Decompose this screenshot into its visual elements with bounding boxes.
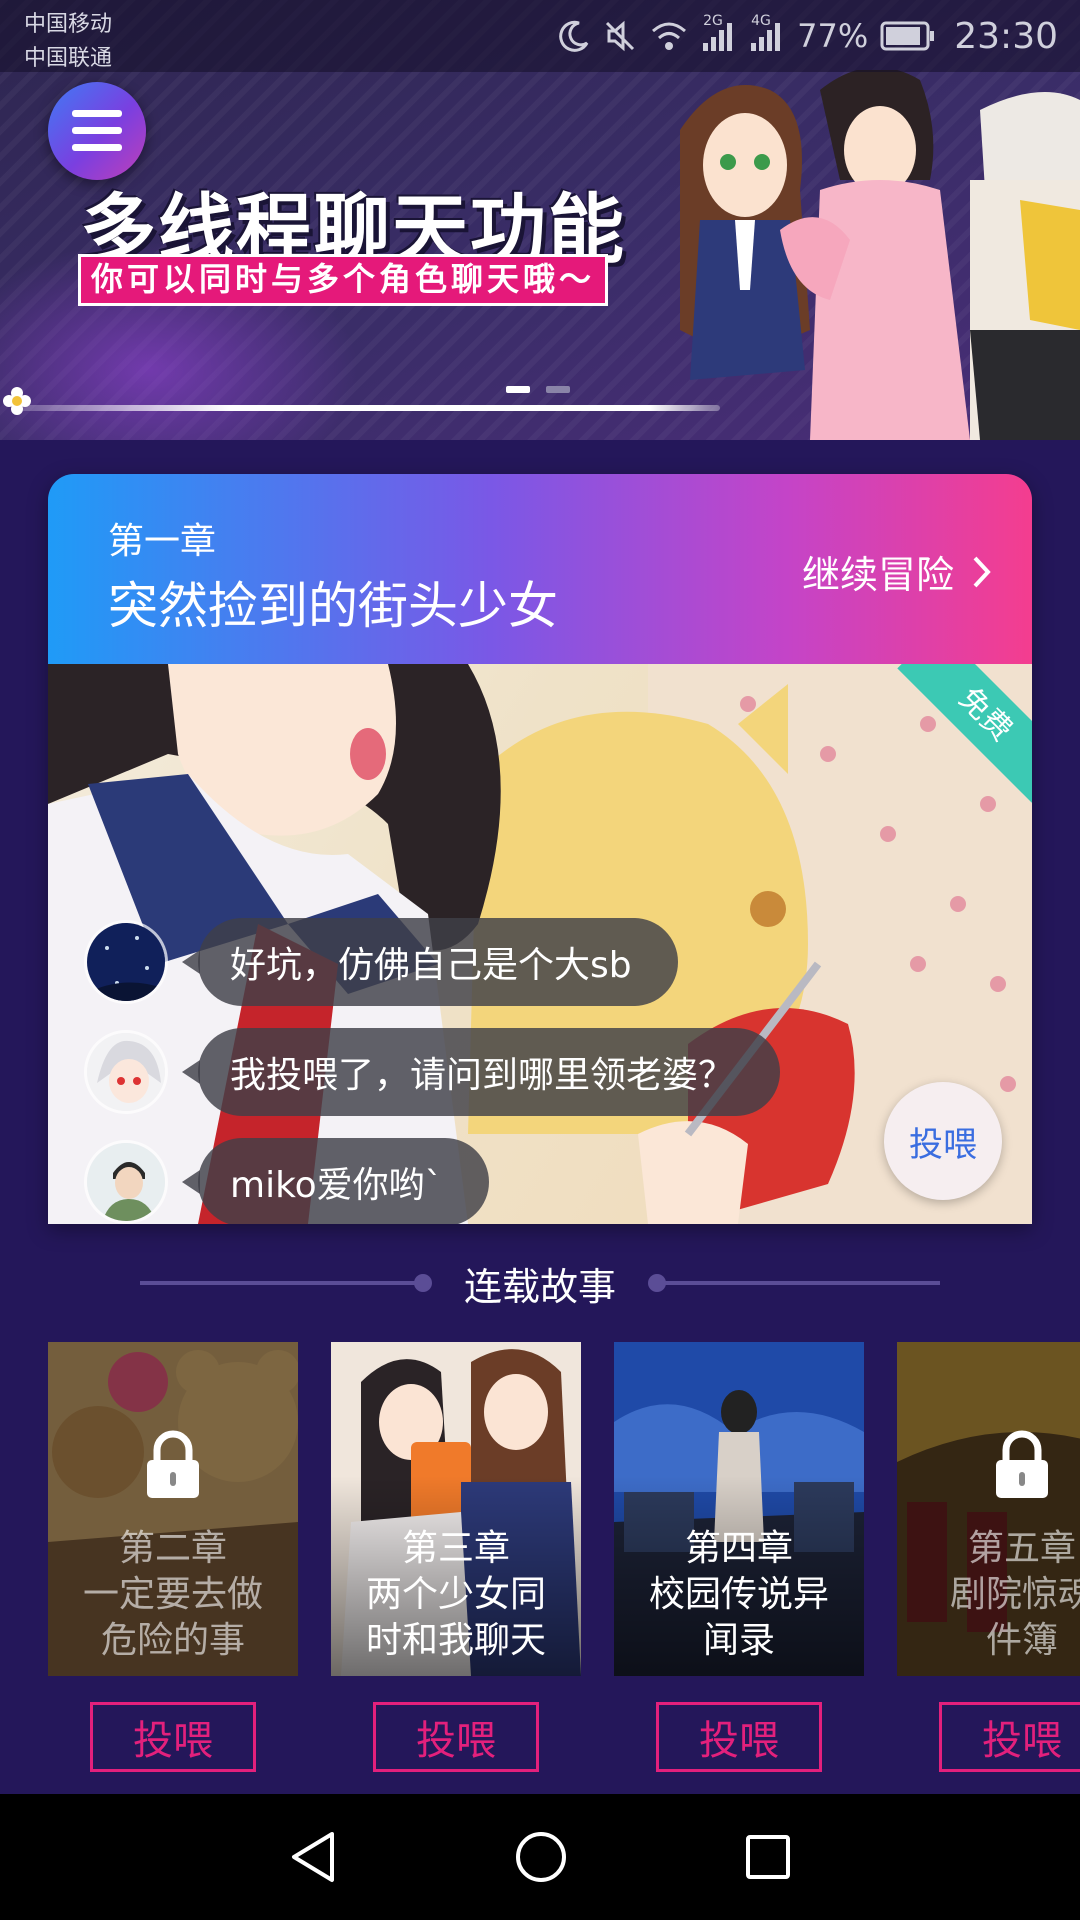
lock-icon — [147, 1430, 199, 1498]
chat-message: 好坑，仿佛自己是个大sb — [84, 918, 780, 1006]
current-chapter-card[interactable]: 第一章 突然捡到的街头少女 继续冒险 免费 好坑，仿佛自己是个大sb 我投喂了，… — [48, 474, 1032, 1224]
story-card[interactable]: 第五章 剧院惊魂 件簿 投喂 — [897, 1342, 1080, 1772]
story-title-line: 危险的事 — [100, 1620, 245, 1661]
story-thumbnail[interactable]: 第二章 一定要去做 危险的事 — [48, 1342, 298, 1676]
chapter-title: 突然捡到的街头少女 — [108, 577, 558, 635]
story-card[interactable]: 第三章 两个少女同 时和我聊天 投喂 — [331, 1342, 581, 1772]
story-text: 第五章 剧院惊魂 件簿 — [897, 1526, 1080, 1664]
story-text: 第三章 两个少女同 时和我聊天 — [331, 1526, 581, 1664]
story-title-line: 时和我聊天 — [365, 1620, 546, 1661]
story-title-line: 闻录 — [702, 1620, 775, 1661]
chat-bubble: 我投喂了，请问到哪里领老婆？ — [181, 1028, 781, 1116]
chat-bubble: miko爱你哟` — [182, 1138, 489, 1224]
banner-divider — [20, 405, 720, 411]
status-bar: 中国移动 中国联通 2G 4G 77% 23:30 — [0, 0, 1080, 72]
story-chapter: 第五章 — [967, 1528, 1076, 1569]
chat-message: miko爱你哟` — [84, 1138, 780, 1224]
story-chapter: 第三章 — [401, 1528, 510, 1569]
story-title-line: 剧院惊魂 — [949, 1574, 1080, 1615]
banner-characters-illustration — [680, 70, 1080, 440]
home-icon[interactable] — [514, 1830, 568, 1884]
starry-night-avatar — [87, 923, 165, 1001]
chapter-number: 第一章 — [108, 521, 217, 562]
story-title-line: 一定要去做 — [82, 1574, 263, 1615]
recent-apps-icon[interactable] — [744, 1833, 792, 1881]
carousel-dot[interactable] — [546, 386, 570, 393]
story-chapter: 第四章 — [684, 1528, 793, 1569]
mute-icon — [606, 20, 635, 52]
story-feed-button[interactable]: 投喂 — [656, 1702, 822, 1772]
carrier-1: 中国移动 — [24, 12, 113, 37]
section-divider-left — [140, 1274, 432, 1292]
back-icon[interactable] — [288, 1830, 338, 1884]
battery-percent: 77% — [797, 17, 869, 55]
story-feed-button[interactable]: 投喂 — [939, 1702, 1080, 1772]
story-chapter: 第二章 — [118, 1528, 227, 1569]
network-type-1: 2G — [703, 13, 723, 29]
user-avatar[interactable] — [84, 1030, 168, 1114]
boy-in-jacket-avatar — [87, 1143, 165, 1221]
story-feed-button[interactable]: 投喂 — [90, 1702, 256, 1772]
system-navigation-bar — [0, 1794, 1080, 1920]
feed-button[interactable]: 投喂 — [884, 1082, 1002, 1200]
wifi-icon — [652, 22, 687, 50]
continue-adventure-label: 继续冒险 — [801, 553, 954, 597]
network-type-2: 4G — [751, 13, 771, 29]
story-title-line: 两个少女同 — [365, 1574, 546, 1615]
section-title: 连载故事 — [464, 1264, 617, 1309]
chapter-scene[interactable]: 免费 好坑，仿佛自己是个大sb 我投喂了，请问到哪里领老婆？ miko爱你哟` … — [48, 664, 1032, 1224]
battery-icon — [880, 21, 935, 51]
story-title-line: 校园传说异 — [648, 1574, 829, 1615]
banner-subtitle: 你可以同时与多个角色聊天哦～ — [78, 254, 609, 306]
story-card[interactable]: 第四章 校园传说异 闻录 投喂 — [614, 1342, 864, 1772]
serial-stories-header: 连载故事 — [140, 1256, 941, 1310]
moon-icon — [559, 20, 589, 52]
story-text: 第四章 校园传说异 闻录 — [614, 1526, 864, 1664]
story-thumbnail[interactable]: 第四章 校园传说异 闻录 — [614, 1342, 864, 1676]
story-thumbnail[interactable]: 第三章 两个少女同 时和我聊天 — [331, 1342, 581, 1676]
story-text: 第二章 一定要去做 危险的事 — [48, 1526, 298, 1664]
user-avatar[interactable] — [84, 1140, 168, 1224]
carrier-2: 中国联通 — [24, 46, 113, 71]
chat-message-list: 好坑，仿佛自己是个大sb 我投喂了，请问到哪里领老婆？ miko爱你哟` — [84, 918, 781, 1224]
user-avatar[interactable] — [84, 920, 168, 1004]
carousel-dot-active[interactable] — [506, 386, 530, 393]
story-list[interactable]: 第二章 一定要去做 危险的事 投喂 第三章 两个少女同 时和我聊天 投喂 第四章… — [48, 1342, 1080, 1772]
story-card[interactable]: 第二章 一定要去做 危险的事 投喂 — [48, 1342, 298, 1772]
continue-adventure-link[interactable]: 继续冒险 — [802, 544, 992, 599]
white-hair-girl-avatar — [87, 1033, 165, 1111]
story-title-line: 件簿 — [985, 1620, 1058, 1661]
chevron-right-icon — [973, 556, 991, 587]
hamburger-menu-icon — [72, 110, 122, 151]
lock-icon — [996, 1430, 1048, 1498]
clock: 23:30 — [954, 15, 1058, 57]
flower-icon — [3, 387, 31, 415]
chat-bubble: 好坑，仿佛自己是个大sb — [182, 918, 678, 1006]
chapter-header[interactable]: 第一章 突然捡到的街头少女 继续冒险 — [48, 474, 1032, 664]
carousel-indicator — [506, 386, 570, 393]
story-thumbnail[interactable]: 第五章 剧院惊魂 件簿 — [897, 1342, 1080, 1676]
section-divider-right — [648, 1274, 941, 1292]
chat-message: 我投喂了，请问到哪里领老婆？ — [84, 1028, 781, 1116]
story-feed-button[interactable]: 投喂 — [373, 1702, 539, 1772]
menu-button[interactable] — [48, 82, 146, 180]
